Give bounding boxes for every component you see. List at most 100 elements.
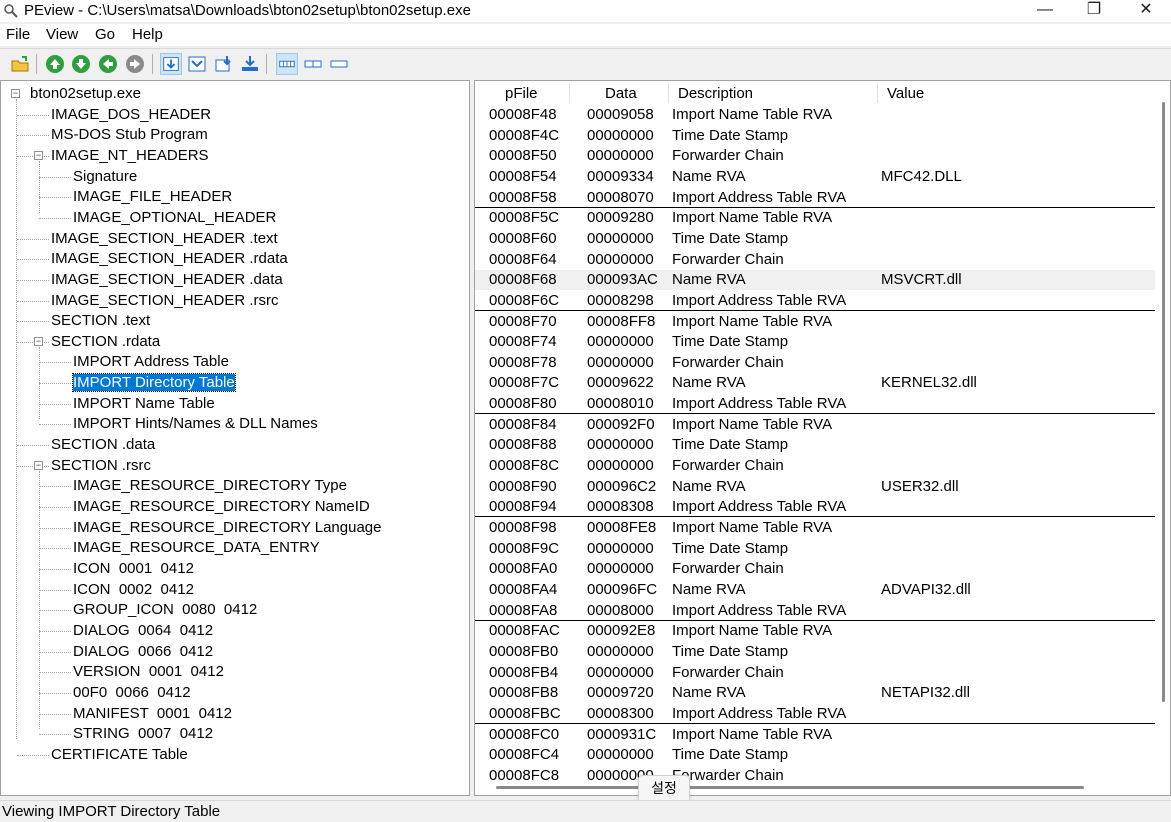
column-header-pfile[interactable]: pFile <box>505 85 538 102</box>
tree-item[interactable]: IMPORT Address Table <box>73 352 229 372</box>
tree-item[interactable]: IMAGE_RESOURCE_DIRECTORY Type <box>73 476 347 496</box>
menu-view[interactable]: View <box>46 26 78 43</box>
table-row[interactable]: 00008FC0 0000931C Import Name Table RVA <box>475 725 1155 745</box>
table-row[interactable]: 00008F4C 00000000 Time Date Stamp <box>475 126 1155 146</box>
forward-icon[interactable] <box>124 53 146 75</box>
vertical-scrollbar[interactable] <box>1158 82 1170 794</box>
tree-item[interactable]: IMPORT Hints/Names & DLL Names <box>73 414 318 434</box>
table-row[interactable]: 00008F78 00000000 Forwarder Chain <box>475 353 1155 373</box>
tree-item[interactable]: IMPORT Name Table <box>73 394 215 414</box>
table-row[interactable]: 00008F94 00008308 Import Address Table RVA <box>475 497 1155 518</box>
table-row[interactable]: 00008FB0 00000000 Time Date Stamp <box>475 642 1155 662</box>
table-row[interactable]: 00008FC4 00000000 Time Date Stamp <box>475 745 1155 765</box>
table-row[interactable]: 00008F58 00008070 Import Address Table RVA <box>475 188 1155 208</box>
tree-item[interactable]: IMAGE_OPTIONAL_HEADER <box>73 208 276 228</box>
back-icon[interactable] <box>97 53 119 75</box>
tree-item[interactable]: SECTION .data <box>51 435 155 455</box>
collapse-toggle[interactable]: − <box>34 460 43 470</box>
table-row[interactable]: 00008FB4 00000000 Forwarder Chain <box>475 663 1155 683</box>
table-row[interactable]: 00008F48 00009058 Import Name Table RVA <box>475 105 1155 125</box>
tree-item[interactable]: SECTION .rdata <box>51 332 160 352</box>
tree-item-root[interactable]: bton02setup.exe <box>30 84 141 104</box>
column-divider[interactable] <box>877 83 878 103</box>
scroll-thumb[interactable] <box>1162 102 1165 702</box>
tree-item[interactable]: ICON 0001 0412 <box>73 559 194 579</box>
view-word-icon[interactable] <box>302 53 324 75</box>
list-view[interactable]: pFile Data Description Value 00008F48 000… <box>474 80 1171 796</box>
tree-item[interactable]: IMAGE_FILE_HEADER <box>73 187 232 207</box>
table-row[interactable]: 00008FA0 00000000 Forwarder Chain <box>475 559 1155 579</box>
tree-item[interactable]: IMAGE_SECTION_HEADER .data <box>51 270 283 290</box>
up-icon[interactable] <box>44 53 66 75</box>
menu-go[interactable]: Go <box>95 26 115 43</box>
menu-help[interactable]: Help <box>132 26 163 43</box>
tree-item[interactable]: STRING 0007 0412 <box>73 724 213 744</box>
table-row[interactable]: 00008FA8 00008000 Import Address Table RVA <box>475 601 1155 621</box>
tree-item[interactable]: IMPORT Directory Table <box>72 373 236 393</box>
table-row[interactable]: 00008FB8 00009720 Name RVA NETAPI32.dll <box>475 683 1155 703</box>
table-row[interactable]: 00008F54 00009334 Name RVA MFC42.DLL <box>475 167 1155 187</box>
tree-item[interactable]: ICON 0002 0412 <box>73 580 194 600</box>
tree-item[interactable]: MS-DOS Stub Program <box>51 125 208 145</box>
table-row[interactable]: 00008F9C 00000000 Time Date Stamp <box>475 539 1155 559</box>
menu-file[interactable]: File <box>6 26 30 43</box>
table-row[interactable]: 00008FAC 000092E8 Import Name Table RVA <box>475 621 1155 641</box>
tree-item[interactable]: GROUP_ICON 0080 0412 <box>73 600 257 620</box>
table-row[interactable]: 00008F88 00000000 Time Date Stamp <box>475 435 1155 455</box>
table-row[interactable]: 00008F6C 00008298 Import Address Table RVA <box>475 291 1155 311</box>
column-header-value[interactable]: Value <box>887 85 924 102</box>
tree-item[interactable]: SECTION .text <box>51 311 150 331</box>
collapse-toggle[interactable]: − <box>34 336 43 346</box>
view-hex-icon[interactable] <box>160 53 182 75</box>
table-row[interactable]: 00008F5C 00009280 Import Name Table RVA <box>475 208 1155 228</box>
collapse-toggle[interactable]: − <box>34 150 43 160</box>
open-file-icon[interactable] <box>9 53 31 75</box>
table-row[interactable]: 00008F64 00000000 Forwarder Chain <box>475 250 1155 270</box>
close-button[interactable]: ✕ <box>1121 0 1171 22</box>
table-row[interactable]: 00008F90 000096C2 Name RVA USER32.dll <box>475 477 1155 497</box>
tree-item[interactable]: VERSION 0001 0412 <box>73 662 224 682</box>
table-row[interactable]: 00008F7C 00009622 Name RVA KERNEL32.dll <box>475 373 1155 393</box>
table-row[interactable]: 00008FBC 00008300 Import Address Table RVA <box>475 704 1155 724</box>
view-dword-icon[interactable] <box>328 53 350 75</box>
table-row[interactable]: 00008F84 000092F0 Import Name Table RVA <box>475 415 1155 435</box>
table-row[interactable]: 00008F8C 00000000 Forwarder Chain <box>475 456 1155 476</box>
tree-item[interactable]: SECTION .rsrc <box>51 456 151 476</box>
maximize-button[interactable]: ❐ <box>1069 0 1119 22</box>
tree-item[interactable]: IMAGE_DOS_HEADER <box>51 105 211 125</box>
table-row[interactable]: 00008F50 00000000 Forwarder Chain <box>475 146 1155 166</box>
column-divider[interactable] <box>668 83 669 103</box>
tree-item[interactable]: CERTIFICATE Table <box>51 745 188 765</box>
column-header-data[interactable]: Data <box>605 85 637 102</box>
column-header-description[interactable]: Description <box>678 85 753 102</box>
down-icon[interactable] <box>70 53 92 75</box>
tree-item[interactable]: MANIFEST 0001 0412 <box>73 704 232 724</box>
tree-item[interactable]: DIALOG 0064 0412 <box>73 621 213 641</box>
table-row[interactable]: 00008F70 00008FF8 Import Name Table RVA <box>475 312 1155 332</box>
table-row[interactable]: 00008F80 00008010 Import Address Table RVA <box>475 394 1155 415</box>
table-row[interactable]: 00008F98 00008FE8 Import Name Table RVA <box>475 518 1155 538</box>
table-row[interactable]: 00008F60 00000000 Time Date Stamp <box>475 229 1155 249</box>
tree-item[interactable]: IMAGE_RESOURCE_DATA_ENTRY <box>73 538 320 558</box>
tree-view[interactable]: − bton02setup.exe IMAGE_DOS_HEADER MS-DOS S… <box>0 80 470 796</box>
view-byte-icon[interactable] <box>276 53 298 75</box>
horizontal-scrollbar[interactable] <box>476 782 1156 794</box>
view-scroll-icon[interactable] <box>213 53 235 75</box>
scroll-thumb[interactable] <box>496 786 1084 789</box>
tree-item[interactable]: IMAGE_RESOURCE_DIRECTORY NameID <box>73 497 370 517</box>
tree-item[interactable]: DIALOG 0066 0412 <box>73 642 213 662</box>
column-divider[interactable] <box>569 83 570 103</box>
table-row[interactable]: 00008FA4 000096FC Name RVA ADVAPI32.dll <box>475 580 1155 600</box>
collapse-toggle[interactable]: − <box>11 89 20 98</box>
tree-item[interactable]: Signature <box>73 167 137 187</box>
table-row[interactable]: 00008F68 000093AC Name RVA MSVCRT.dll <box>475 270 1155 291</box>
tree-item[interactable]: IMAGE_SECTION_HEADER .rdata <box>51 249 288 269</box>
view-cmd-icon[interactable] <box>186 53 208 75</box>
view-dump-icon[interactable] <box>239 53 261 75</box>
table-row[interactable]: 00008F74 00000000 Time Date Stamp <box>475 332 1155 352</box>
tree-item[interactable]: 00F0 0066 0412 <box>73 683 191 703</box>
tree-item[interactable]: IMAGE_NT_HEADERS <box>51 146 209 166</box>
minimize-button[interactable]: — <box>1020 0 1070 22</box>
tree-item[interactable]: IMAGE_RESOURCE_DIRECTORY Language <box>73 518 381 538</box>
tree-item[interactable]: IMAGE_SECTION_HEADER .text <box>51 229 278 249</box>
